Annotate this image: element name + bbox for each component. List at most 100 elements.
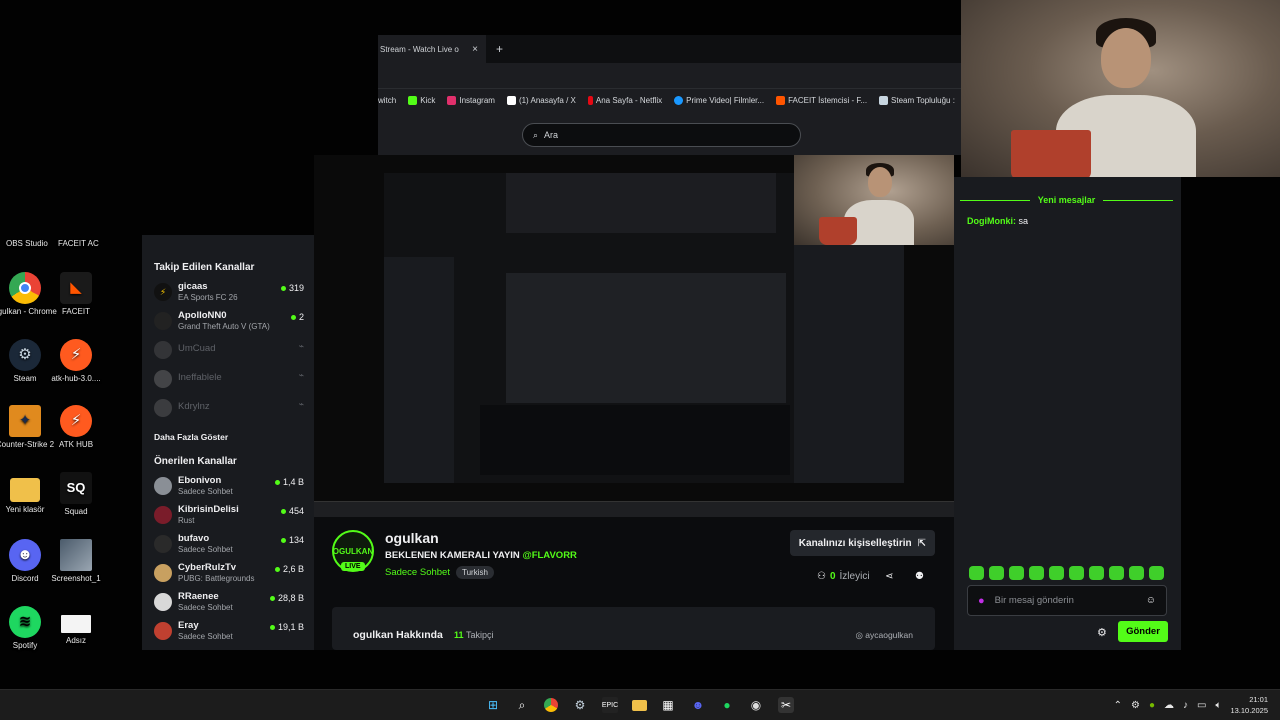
webcam-overlay bbox=[961, 0, 1280, 177]
followed-channel-item[interactable]: ⚡ gicaas EA Sports FC 26 319 bbox=[154, 281, 304, 310]
recommended-channel-item[interactable]: Ebonivon Sadece Sohbet 1,4 B bbox=[154, 475, 304, 504]
followed-channel-item[interactable]: Ineffablele ⌁ bbox=[154, 368, 304, 397]
capcut-icon[interactable]: ✂ bbox=[778, 697, 794, 713]
nvidia-tray-icon[interactable]: ● bbox=[1149, 700, 1155, 711]
category-link[interactable]: Sadece Sohbet bbox=[385, 567, 450, 578]
faceit-ac-label[interactable]: FACEIT AC bbox=[58, 239, 99, 248]
recommended-channel-item[interactable]: Eray Sadece Sohbet 19,1 B bbox=[154, 620, 304, 649]
recommended-channel-item[interactable]: bufavo Sadece Sohbet 134 bbox=[154, 533, 304, 562]
tab-title: Stream - Watch Live o bbox=[380, 44, 459, 54]
channel-category: Sadece Sohbet bbox=[178, 603, 233, 612]
desktop-icon-label: Squad bbox=[64, 507, 88, 516]
new-tab-button[interactable]: + bbox=[496, 42, 503, 56]
emote-icon[interactable] bbox=[1129, 566, 1144, 580]
desktop-icon-squad[interactable]: SQ Squad bbox=[43, 472, 109, 516]
steam-icon bbox=[879, 95, 889, 105]
volume-icon[interactable]: 🔈︎ bbox=[1215, 700, 1221, 711]
language-tag[interactable]: Turkish bbox=[455, 566, 494, 579]
followed-channel-item[interactable]: Kdrylnz ⌁ bbox=[154, 397, 304, 426]
follow-icon[interactable]: ⚉ bbox=[915, 571, 924, 582]
instagram-link[interactable]: ◎ aycaogulkan bbox=[855, 630, 913, 641]
tab-kick-stream[interactable]: Stream - Watch Live o × bbox=[378, 35, 486, 63]
emote-icon[interactable] bbox=[1089, 566, 1104, 580]
emote-icon[interactable] bbox=[1009, 566, 1024, 580]
streamer-name[interactable]: ogulkan bbox=[385, 530, 439, 546]
obs-studio-label[interactable]: OBS Studio bbox=[6, 239, 48, 248]
address-bar[interactable] bbox=[378, 63, 961, 89]
steam-icon[interactable]: ⚙ bbox=[572, 697, 588, 713]
channel-name: Eray bbox=[178, 620, 199, 631]
windows-start-icon[interactable]: ⊞ bbox=[485, 697, 501, 713]
customize-label: Kanalınızı kişiselleştirin bbox=[798, 537, 912, 549]
clock[interactable]: 21:01 13.10.2025 bbox=[1230, 695, 1268, 715]
desktop-icon-untitled[interactable]: Adsız bbox=[43, 606, 109, 645]
network-icon[interactable]: ▭ bbox=[1197, 700, 1206, 711]
windows-taskbar: ⊞ ⌕ ⚙ EPIC ▦ ☻ ● ◉ ✂ ⌃ ⚙ ● ☁ ♪ ▭ 🔈︎ 21:0… bbox=[0, 689, 1280, 720]
chevron-up-icon[interactable]: ⌃ bbox=[1114, 700, 1122, 711]
viewer-count: 28,8 B bbox=[269, 593, 304, 603]
desktop-icon-label: Screenshot_1 bbox=[51, 574, 101, 583]
bookmark-steam[interactable]: Steam Topluluğu : bbox=[879, 95, 955, 105]
bookmark-faceit[interactable]: FACEIT İstemcisi - F... bbox=[776, 95, 867, 105]
video-player[interactable] bbox=[314, 155, 954, 517]
gear-icon[interactable]: ⚙ bbox=[1097, 626, 1107, 639]
send-button[interactable]: Gönder bbox=[1118, 621, 1168, 642]
chat-input[interactable]: ● Bir mesaj gönderin ☺ bbox=[967, 585, 1167, 616]
atk-hub-icon: ⚡ bbox=[60, 339, 92, 371]
channel-category: Grand Theft Auto V (GTA) bbox=[178, 322, 270, 331]
emote-icon[interactable] bbox=[1149, 566, 1164, 580]
steam-tray-icon[interactable]: ⚙ bbox=[1131, 700, 1140, 711]
chat-username[interactable]: DogiMonki: bbox=[967, 216, 1016, 226]
obs-icon[interactable]: ◉ bbox=[748, 697, 764, 713]
title-mention[interactable]: @FLAVORR bbox=[522, 550, 576, 561]
onedrive-tray-icon[interactable]: ☁ bbox=[1164, 700, 1174, 711]
bookmark-prime-video[interactable]: Prime Video| Filmler... bbox=[674, 95, 764, 105]
emote-icon[interactable] bbox=[969, 566, 984, 580]
emote-icon[interactable] bbox=[1049, 566, 1064, 580]
bookmark-x[interactable]: (1) Anasayfa / X bbox=[506, 95, 576, 105]
webcam-thumbnail bbox=[794, 155, 954, 245]
desktop-icon-atk-hub[interactable]: ⚡ ATK HUB bbox=[43, 405, 109, 449]
chrome-icon[interactable] bbox=[543, 697, 559, 713]
emote-icon[interactable] bbox=[1029, 566, 1044, 580]
file-explorer-icon[interactable] bbox=[631, 697, 647, 713]
avatar bbox=[154, 622, 172, 640]
recommended-channel-item[interactable]: RRaenee Sadece Sohbet 28,8 B bbox=[154, 591, 304, 620]
stream-info-panel: OGULKAN LIVE ogulkan BEKLENEN KAMERALI Y… bbox=[314, 517, 954, 650]
emote-icon[interactable] bbox=[989, 566, 1004, 580]
desktop-icon-faceit[interactable]: ◣ FACEIT bbox=[43, 272, 109, 316]
viewer-label: İzleyici bbox=[839, 571, 870, 582]
emote-icon[interactable] bbox=[1109, 566, 1124, 580]
bookmark-kick[interactable]: Kick bbox=[408, 95, 435, 105]
close-tab-icon[interactable]: × bbox=[472, 44, 478, 55]
bookmark-instagram[interactable]: Instagram bbox=[447, 95, 495, 105]
recommended-channel-item[interactable]: CyberRulzTv PUBG: Battlegrounds 2,6 B bbox=[154, 562, 304, 591]
recommended-channel-item[interactable]: KibrisinDelisi Rust 454 bbox=[154, 504, 304, 533]
discord-icon[interactable]: ☻ bbox=[690, 697, 706, 713]
search-input[interactable]: ⌕ Ara bbox=[522, 123, 801, 147]
atk-hub-icon: ⚡ bbox=[60, 405, 92, 437]
nested-taskbar bbox=[314, 501, 954, 517]
spotify-icon[interactable]: ● bbox=[719, 697, 735, 713]
followed-channels-title: Takip Edilen Kanallar bbox=[154, 262, 255, 273]
emoji-icon[interactable]: ☺ bbox=[1146, 595, 1156, 606]
followed-channel-item[interactable]: ApolloNN0 Grand Theft Auto V (GTA) 2 bbox=[154, 310, 304, 339]
followed-channel-item[interactable]: UmCuad ⌁ bbox=[154, 339, 304, 368]
squad-icon: SQ bbox=[60, 472, 92, 504]
desktop-icon-label: atk-hub-3.0.... bbox=[51, 374, 101, 383]
bookmark-netflix[interactable]: Ana Sayfa - Netflix bbox=[587, 95, 662, 105]
desktop-icon-atk-hub-installer[interactable]: ⚡ atk-hub-3.0.... bbox=[43, 339, 109, 383]
microphone-tray-icon[interactable]: ♪ bbox=[1183, 700, 1188, 711]
clock-time: 21:01 bbox=[1249, 695, 1268, 705]
microsoft-store-icon[interactable]: ▦ bbox=[660, 697, 676, 713]
emote-icon[interactable] bbox=[1069, 566, 1084, 580]
epic-games-icon[interactable]: EPIC bbox=[602, 697, 618, 713]
customize-channel-button[interactable]: Kanalınızı kişiselleştirin ⇱ bbox=[789, 530, 935, 556]
share-icon[interactable]: ⋖ bbox=[885, 571, 893, 582]
desktop-icon-screenshot[interactable]: Screenshot_1 bbox=[43, 539, 109, 583]
bookmark-twitch[interactable]: witch bbox=[378, 96, 396, 105]
show-more-link[interactable]: Daha Fazla Göster bbox=[154, 432, 304, 442]
microphone-icon[interactable]: ● bbox=[978, 595, 985, 607]
search-icon[interactable]: ⌕ bbox=[514, 697, 530, 713]
bookmark-label: Steam Topluluğu : bbox=[891, 95, 955, 105]
